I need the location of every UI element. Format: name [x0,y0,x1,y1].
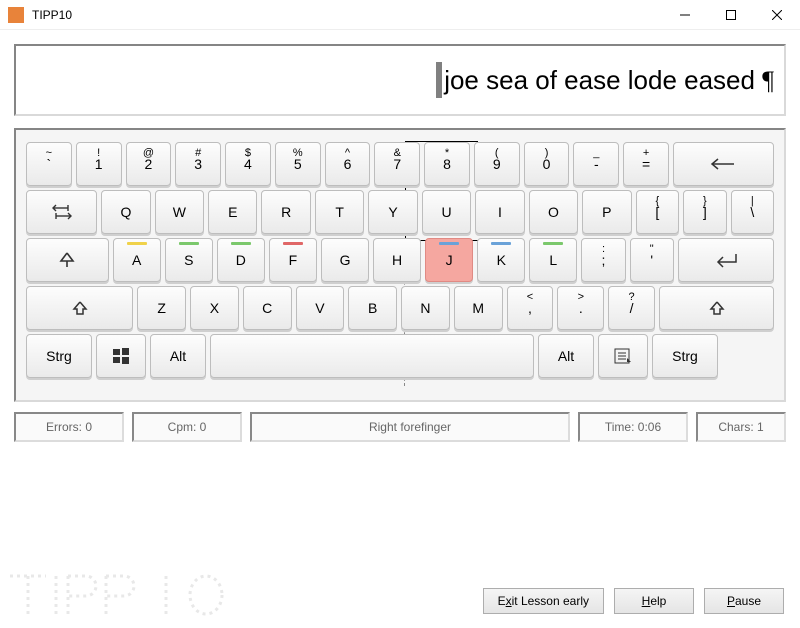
key-tab[interactable] [26,190,97,234]
key-row-5: Strg Alt Alt Strg [26,334,774,378]
key-Z[interactable]: Z [137,286,186,330]
key-P[interactable]: P [582,190,631,234]
key-capslock[interactable] [26,238,109,282]
key-menu-key[interactable] [598,334,648,378]
key-punct[interactable]: >. [557,286,604,330]
key-F[interactable]: F [269,238,317,282]
lesson-text: joe sea of ease lode eased ¶ [444,65,774,96]
key-bracket[interactable]: |\ [731,190,775,234]
window-controls [662,0,800,29]
key-alt-left[interactable]: Alt [150,334,206,378]
key-enter[interactable] [678,238,774,282]
minimize-button[interactable] [662,0,708,29]
key-punct[interactable]: :; [581,238,625,282]
key-N[interactable]: N [401,286,450,330]
key-row-1: ~`!1@2#3$4%5^6&7*8(9)0_-+= [26,142,774,186]
key-G[interactable]: G [321,238,369,282]
key-4[interactable]: $4 [225,142,271,186]
key-bracket[interactable]: {[ [636,190,680,234]
key-X[interactable]: X [190,286,239,330]
key-shift-left[interactable] [26,286,133,330]
key-O[interactable]: O [529,190,578,234]
key-punct[interactable]: ?/ [608,286,655,330]
key-2[interactable]: @2 [126,142,172,186]
text-cursor [436,62,442,98]
key-W[interactable]: W [155,190,204,234]
key-punct[interactable]: "' [630,238,674,282]
status-bar: Errors: 0 Cpm: 0 Right forefinger Time: … [14,412,786,442]
key-T[interactable]: T [315,190,364,234]
key-A[interactable]: A [113,238,161,282]
bottom-button-bar: Exit Lesson early Help Pause [483,588,784,614]
pause-button[interactable]: Pause [704,588,784,614]
key-ctrl-left[interactable]: Strg [26,334,92,378]
key-0[interactable]: )0 [524,142,570,186]
watermark-logo [6,570,246,620]
key-6[interactable]: ^6 [325,142,371,186]
window-title: TIPP10 [32,8,662,22]
key-row-2: QWERTYUIOP{[}]|\ [26,190,774,234]
key-D[interactable]: D [217,238,265,282]
key-5[interactable]: %5 [275,142,321,186]
key-I[interactable]: I [475,190,524,234]
main-area: joe sea of ease lode eased ¶ ~`!1@2#3$4%… [0,30,800,456]
app-icon [8,7,24,23]
key-L[interactable]: L [529,238,577,282]
maximize-button[interactable] [708,0,754,29]
key-J[interactable]: J [425,238,473,282]
key-Y[interactable]: Y [368,190,417,234]
key-spacebar[interactable] [210,334,534,378]
key-K[interactable]: K [477,238,525,282]
key-Q[interactable]: Q [101,190,150,234]
key-alt-right[interactable]: Alt [538,334,594,378]
key-M[interactable]: M [454,286,503,330]
key-=[interactable]: += [623,142,669,186]
status-time: Time: 0:06 [578,412,688,442]
key-C[interactable]: C [243,286,292,330]
key-B[interactable]: B [348,286,397,330]
status-errors: Errors: 0 [14,412,124,442]
key-S[interactable]: S [165,238,213,282]
key-shift-right[interactable] [659,286,774,330]
status-cpm: Cpm: 0 [132,412,242,442]
key--[interactable]: _- [573,142,619,186]
key-windows-key[interactable] [96,334,146,378]
key-`[interactable]: ~` [26,142,72,186]
key-7[interactable]: &7 [374,142,420,186]
key-U[interactable]: U [422,190,471,234]
key-ctrl-right[interactable]: Strg [652,334,718,378]
key-row-4: ZXCVBNM<,>.?/ [26,286,774,330]
key-row-3: ASDFGHJKL:;"' [26,238,774,282]
status-chars: Chars: 1 [696,412,786,442]
close-button[interactable] [754,0,800,29]
exit-lesson-button[interactable]: Exit Lesson early [483,588,604,614]
key-bracket[interactable]: }] [683,190,727,234]
key-punct[interactable]: <, [507,286,554,330]
status-finger: Right forefinger [250,412,570,442]
key-H[interactable]: H [373,238,421,282]
title-bar: TIPP10 [0,0,800,30]
help-button[interactable]: Help [614,588,694,614]
lesson-text-panel: joe sea of ease lode eased ¶ [14,44,786,116]
key-9[interactable]: (9 [474,142,520,186]
key-8[interactable]: *8 [424,142,470,186]
key-E[interactable]: E [208,190,257,234]
virtual-keyboard: ~`!1@2#3$4%5^6&7*8(9)0_-+= QWERTYUIOP{[}… [14,128,786,402]
key-3[interactable]: #3 [175,142,221,186]
key-1[interactable]: !1 [76,142,122,186]
key-V[interactable]: V [296,286,345,330]
paragraph-mark-icon: ¶ [762,66,774,95]
key-R[interactable]: R [261,190,310,234]
key-backspace[interactable] [673,142,774,186]
